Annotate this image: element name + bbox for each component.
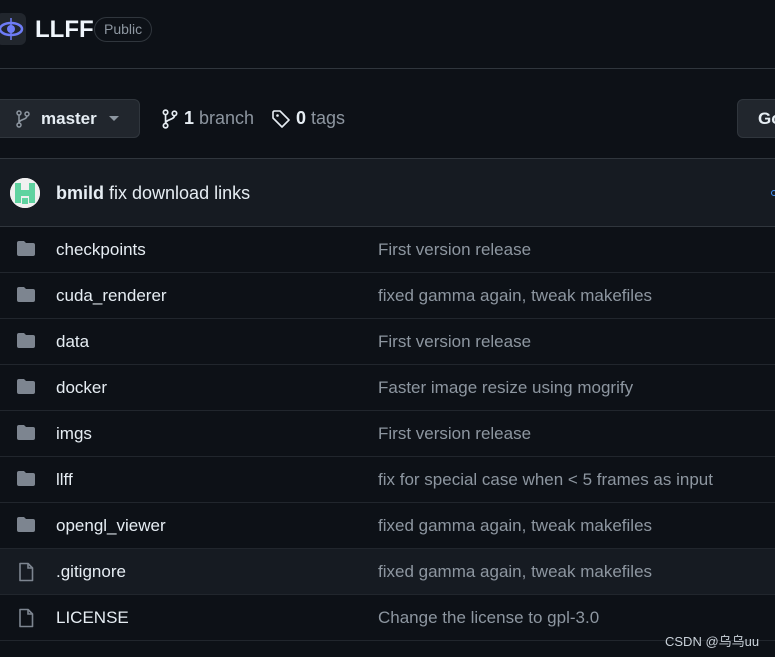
file-name[interactable]: opengl_viewer	[56, 516, 166, 536]
file-name[interactable]: checkpoints	[56, 240, 146, 260]
file-row[interactable]: llff fix for special case when < 5 frame…	[0, 457, 775, 503]
file-name[interactable]: cuda_renderer	[56, 286, 167, 306]
repo-owner-avatar[interactable]	[0, 13, 26, 45]
author-avatar[interactable]	[10, 178, 40, 208]
tag-label: tags	[311, 108, 346, 128]
file-name[interactable]: imgs	[56, 424, 92, 444]
git-branch-icon	[162, 108, 178, 129]
file-row[interactable]: opengl_viewer fixed gamma again, tweak m…	[0, 503, 775, 549]
latest-commit-bar: bmild fix download links	[0, 158, 775, 227]
commit-status-icon[interactable]	[771, 190, 775, 196]
folder-icon	[16, 470, 36, 493]
eye-logo-icon	[0, 18, 24, 40]
folder-icon	[16, 516, 36, 539]
branch-select-button[interactable]: master	[0, 99, 140, 138]
folder-icon	[16, 332, 36, 355]
file-row[interactable]: cuda_renderer fixed gamma again, tweak m…	[0, 273, 775, 319]
go-to-file-button[interactable]: Go	[737, 99, 775, 138]
file-commit-message[interactable]: First version release	[378, 424, 531, 444]
identicon-icon	[10, 178, 40, 208]
file-row[interactable]: data First version release	[0, 319, 775, 365]
tag-count: 0	[296, 108, 307, 128]
file-commit-message[interactable]: fixed gamma again, tweak makefiles	[378, 286, 652, 306]
git-branch-icon	[16, 109, 30, 128]
folder-icon	[16, 378, 36, 401]
file-commit-message[interactable]: Faster image resize using mogrify	[378, 378, 633, 398]
file-commit-message[interactable]: fixed gamma again, tweak makefiles	[378, 516, 652, 536]
branch-label: branch	[199, 108, 255, 128]
file-commit-message[interactable]: fix for special case when < 5 frames as …	[378, 470, 713, 490]
watermark: CSDN @乌乌uu	[665, 634, 760, 649]
file-row[interactable]: checkpoints First version release	[0, 227, 775, 273]
folder-icon	[16, 240, 36, 263]
file-row[interactable]: imgs First version release	[0, 411, 775, 457]
caret-down-icon	[108, 116, 119, 121]
file-icon	[16, 562, 36, 587]
folder-icon	[16, 424, 36, 447]
file-row[interactable]: .gitignore fixed gamma again, tweak make…	[0, 549, 775, 595]
tag-icon	[272, 109, 290, 128]
file-icon	[16, 608, 36, 633]
branch-count: 1	[184, 108, 195, 128]
file-name[interactable]: .gitignore	[56, 562, 126, 582]
file-name[interactable]: LICENSE	[56, 608, 129, 628]
file-row[interactable]: docker Faster image resize using mogrify	[0, 365, 775, 411]
commit-message[interactable]: fix download links	[109, 183, 250, 203]
file-commit-message[interactable]: First version release	[378, 240, 531, 260]
file-name[interactable]: llff	[56, 470, 73, 490]
commit-author[interactable]: bmild	[56, 183, 104, 203]
file-name[interactable]: docker	[56, 378, 107, 398]
repo-name[interactable]: LLFF	[35, 16, 94, 44]
repo-header: LLFF Public	[0, 0, 775, 69]
file-commit-message[interactable]: First version release	[378, 332, 531, 352]
file-name[interactable]: data	[56, 332, 89, 352]
branch-name: master	[41, 108, 97, 128]
branches-link[interactable]: 1 branch	[161, 108, 254, 129]
visibility-badge: Public	[94, 17, 153, 42]
folder-icon	[16, 286, 36, 309]
file-commit-message[interactable]: fixed gamma again, tweak makefiles	[378, 562, 652, 582]
file-row[interactable]: LICENSE Change the license to gpl-3.0	[0, 595, 775, 641]
tags-link[interactable]: 0 tags	[271, 108, 345, 129]
file-list: checkpoints First version release cuda_r…	[0, 227, 775, 641]
file-commit-message[interactable]: Change the license to gpl-3.0	[378, 608, 599, 628]
